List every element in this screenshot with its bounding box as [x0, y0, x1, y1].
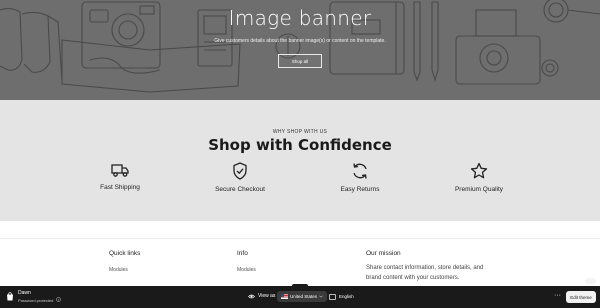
footer-mission: Our mission Share contact information, s…: [366, 250, 496, 283]
feature-label: Easy Returns: [340, 186, 380, 193]
section-divider: [0, 238, 600, 239]
country-label: United States: [290, 294, 318, 299]
feature-secure-checkout: Secure Checkout: [185, 162, 295, 193]
info-icon[interactable]: [56, 297, 61, 302]
admin-preview-bar: Dawn Password protected View as United S…: [0, 286, 600, 308]
footer-heading: Info: [237, 250, 248, 257]
feature-premium-quality: Premium Quality: [424, 162, 534, 193]
footer-quick-links: Quick links Modules: [109, 250, 140, 273]
view-as: View as: [248, 293, 275, 299]
truck-icon: [111, 164, 129, 177]
feature-label: Secure Checkout: [215, 186, 265, 193]
footer-heading: Our mission: [366, 250, 401, 257]
shop-all-button[interactable]: Shop all: [278, 54, 322, 68]
feature-fast-shipping: Fast Shipping: [65, 162, 175, 191]
feature-label: Premium Quality: [454, 186, 504, 193]
eye-icon: [248, 294, 255, 298]
refresh-icon: [353, 163, 367, 179]
country-selector[interactable]: United States: [277, 291, 328, 302]
us-flag-icon: [281, 294, 288, 299]
store-name: Dawn: [18, 290, 31, 296]
image-banner: Image banner Give customers details abou…: [0, 0, 600, 100]
mission-text: Share contact information, store details…: [366, 265, 484, 281]
footer-link-modules[interactable]: Modules: [109, 267, 140, 273]
shopify-bag-icon: [7, 292, 13, 301]
footer-info: Info Modules: [237, 250, 256, 273]
feature-easy-returns: Easy Returns: [305, 162, 415, 193]
shield-check-icon: [233, 162, 247, 180]
language-label: English: [339, 294, 354, 299]
collapse-handle[interactable]: [585, 278, 596, 284]
language-selector[interactable]: English: [327, 291, 356, 302]
star-icon: [470, 162, 488, 179]
footer-link-modules[interactable]: Modules: [237, 267, 256, 273]
edit-theme-button[interactable]: Edit theme: [566, 291, 596, 303]
banner-title: Image banner: [228, 6, 372, 30]
chevron-down-icon: [319, 295, 323, 298]
footer-heading: Quick links: [109, 250, 141, 257]
shop-with-confidence-section: WHY SHOP WITH US Shop with Confidence Fa…: [0, 100, 600, 221]
banner-subtitle: Give customers details about the banner …: [214, 38, 386, 44]
more-options-button[interactable]: ···: [554, 292, 561, 299]
view-as-label: View as: [258, 293, 276, 299]
password-status: Password protected: [18, 298, 54, 303]
language-icon: [329, 293, 336, 300]
section-eyebrow: WHY SHOP WITH US: [272, 129, 328, 135]
feature-label: Fast Shipping: [100, 184, 140, 191]
section-title: Shop with Confidence: [208, 136, 392, 154]
